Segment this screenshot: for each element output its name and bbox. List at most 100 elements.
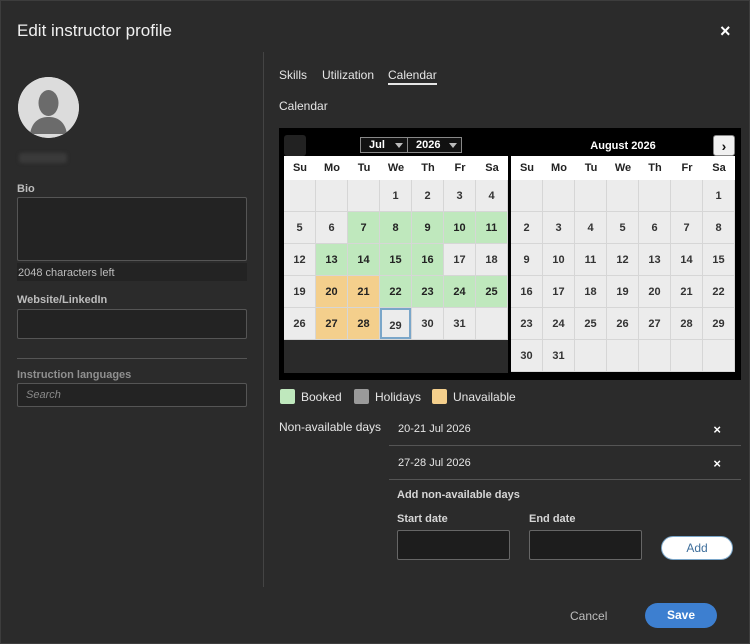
instructor-name-blurred [19,153,67,163]
calendar-day[interactable]: 14 [348,244,380,276]
calendar-day[interactable]: 27 [639,308,671,340]
non-available-range: 27-28 Jul 2026 [398,457,471,469]
calendar-day[interactable]: 25 [575,308,607,340]
calendar-day[interactable]: 22 [703,276,735,308]
calendar-day[interactable]: 15 [703,244,735,276]
calendar-day[interactable]: 3 [543,212,575,244]
calendar-day[interactable]: 16 [511,276,543,308]
calendar-day[interactable]: 1 [380,180,412,212]
start-date-input[interactable] [397,530,510,560]
calendar-day[interactable]: 16 [412,244,444,276]
calendar-empty-cell [575,180,607,212]
calendar-day[interactable]: 24 [543,308,575,340]
calendar-day[interactable]: 23 [511,308,543,340]
end-date-input[interactable] [529,530,642,560]
calendar-day[interactable]: 21 [348,276,380,308]
calendar-day[interactable]: 7 [348,212,380,244]
month-select[interactable]: Jul [360,137,408,153]
tab-utilization[interactable]: Utilization [322,68,374,82]
calendar-day[interactable]: 3 [444,180,476,212]
legend-booked: Booked [301,390,342,404]
save-button[interactable]: Save [645,603,717,628]
calendar-day[interactable]: 19 [284,276,316,308]
calendar-day[interactable]: 29 [703,308,735,340]
prev-month-button[interactable] [284,135,306,156]
calendar-day[interactable]: 21 [671,276,703,308]
add-button[interactable]: Add [661,536,733,560]
calendar-day[interactable]: 9 [511,244,543,276]
calendar-day[interactable]: 1 [703,180,735,212]
legend-booked-swatch [280,389,295,404]
calendar-heading: Calendar [279,99,328,113]
weekday-header: Mo [543,156,575,180]
bio-textarea[interactable] [17,197,247,261]
start-date-label: Start date [397,513,448,525]
cancel-button[interactable]: Cancel [570,609,607,623]
calendar-day[interactable]: 8 [380,212,412,244]
calendar-day[interactable]: 5 [284,212,316,244]
tab-skills[interactable]: Skills [279,68,307,82]
calendar-day[interactable]: 2 [412,180,444,212]
year-select[interactable]: 2026 [407,137,462,153]
chevron-down-icon [449,143,457,148]
close-icon[interactable]: × [720,21,731,42]
calendar-day[interactable]: 19 [607,276,639,308]
calendar-day[interactable]: 11 [575,244,607,276]
calendar-day[interactable]: 30 [511,340,543,372]
calendar-day[interactable]: 12 [284,244,316,276]
weekday-header: Su [284,156,316,180]
calendar-day[interactable]: 14 [671,244,703,276]
calendar-day[interactable]: 2 [511,212,543,244]
remove-icon[interactable]: × [713,456,721,471]
remove-icon[interactable]: × [713,422,721,437]
calendar-day[interactable]: 6 [639,212,671,244]
tab-calendar[interactable]: Calendar [388,68,437,85]
calendar-day[interactable]: 26 [284,308,316,340]
calendar-day[interactable]: 10 [543,244,575,276]
calendar-day[interactable]: 29 [380,308,412,340]
calendar-day[interactable]: 13 [316,244,348,276]
calendar-day[interactable]: 5 [607,212,639,244]
month-august: August 2026 › Su Mo Tu We Th Fr Sa 1 2 3 4 5 6 7 8 9 10 1… [511,133,735,372]
calendar-empty-cell [543,180,575,212]
calendar-day[interactable]: 10 [444,212,476,244]
calendar-day[interactable]: 12 [607,244,639,276]
calendar-day[interactable]: 17 [543,276,575,308]
calendar-day[interactable]: 25 [476,276,508,308]
calendar-empty-cell [671,180,703,212]
calendar-day[interactable]: 18 [476,244,508,276]
weekday-header: Th [639,156,671,180]
calendar-day[interactable]: 22 [380,276,412,308]
edit-profile-dialog: Edit instructor profile × Bio 2048 chara… [0,0,750,644]
calendar-day[interactable]: 30 [412,308,444,340]
calendar-day[interactable]: 28 [671,308,703,340]
legend-holidays-swatch [354,389,369,404]
website-label: Website/LinkedIn [17,294,108,306]
next-month-button[interactable]: › [713,135,735,156]
calendar-day[interactable]: 20 [316,276,348,308]
calendar-day[interactable]: 18 [575,276,607,308]
calendar-day[interactable]: 28 [348,308,380,340]
calendar-day[interactable]: 20 [639,276,671,308]
calendar-day[interactable]: 4 [476,180,508,212]
calendar-day[interactable]: 15 [380,244,412,276]
calendar-empty-cell [607,340,639,372]
calendar-day[interactable]: 11 [476,212,508,244]
calendar-day[interactable]: 4 [575,212,607,244]
website-input[interactable] [17,309,247,339]
calendar-day[interactable]: 7 [671,212,703,244]
calendar-day[interactable]: 17 [444,244,476,276]
calendar-day[interactable]: 31 [444,308,476,340]
calendar-day[interactable]: 6 [316,212,348,244]
languages-search-input[interactable]: Search [17,383,247,407]
calendar-day[interactable]: 8 [703,212,735,244]
calendar-day[interactable]: 27 [316,308,348,340]
calendar-day[interactable]: 9 [412,212,444,244]
avatar[interactable] [18,77,79,138]
weekday-header: Sa [703,156,735,180]
calendar-day[interactable]: 26 [607,308,639,340]
calendar-day[interactable]: 13 [639,244,671,276]
calendar-day[interactable]: 24 [444,276,476,308]
calendar-day[interactable]: 31 [543,340,575,372]
calendar-day[interactable]: 23 [412,276,444,308]
